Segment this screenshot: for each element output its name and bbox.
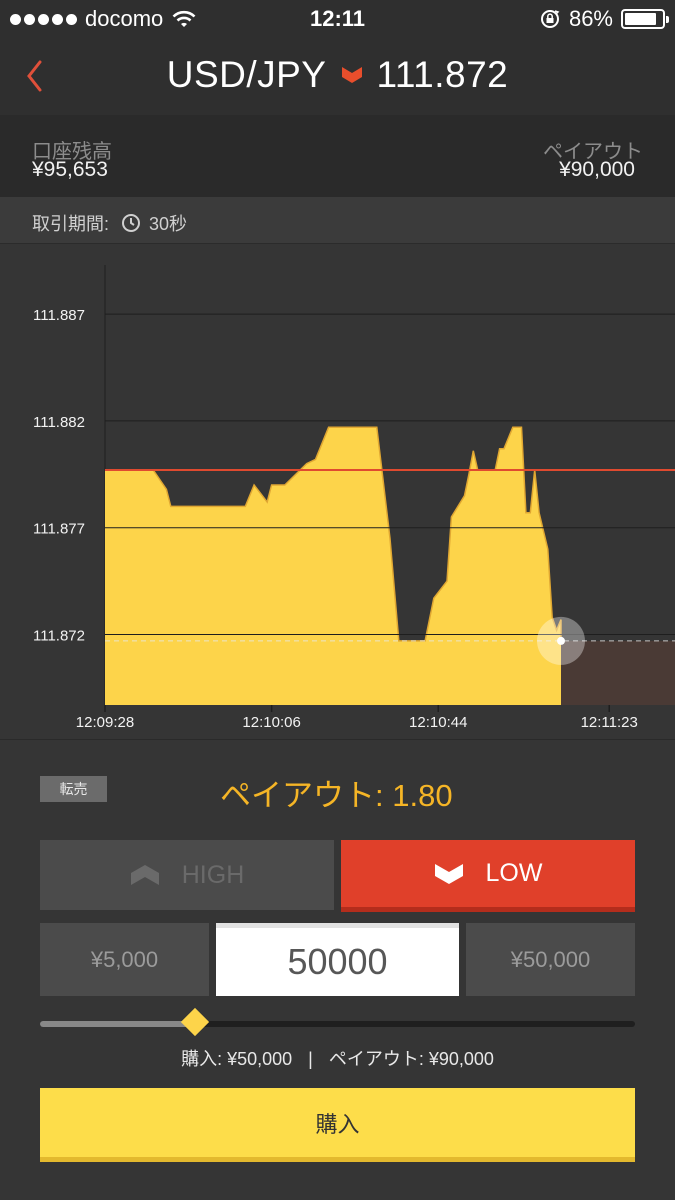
slider-handle[interactable]	[180, 1007, 209, 1037]
price-area	[105, 427, 561, 705]
high-button[interactable]: HIGH	[40, 840, 334, 910]
trading-period-bar: 取引期間: 30秒	[0, 197, 675, 244]
x-tick-label: 12:09:28	[76, 714, 134, 731]
down-chevron-icon	[341, 67, 362, 83]
slider-fill	[40, 1021, 195, 1027]
resell-button[interactable]: 転売	[40, 776, 107, 802]
purchase-summary: 購入: ¥50,000 | ペイアウト: ¥90,000	[0, 1045, 675, 1071]
min-amount-button[interactable]: ¥5,000	[40, 923, 209, 996]
buy-button[interactable]: 購入	[40, 1088, 635, 1162]
low-button[interactable]: LOW	[341, 840, 635, 912]
trading-period-label: 取引期間:	[32, 214, 110, 234]
page-title: USD/JPY 111.872	[0, 54, 675, 96]
low-label: LOW	[485, 859, 543, 887]
down-chevron-icon	[434, 863, 463, 884]
balance-value: ¥95,653	[32, 158, 108, 181]
purchase-amount: 購入: ¥50,000	[181, 1049, 293, 1069]
summary-separator: |	[308, 1049, 313, 1069]
status-bar: docomo 12:11 86%	[0, 0, 675, 38]
max-amount-button[interactable]: ¥50,000	[466, 923, 635, 996]
current-marker-dot	[557, 636, 565, 645]
currency-pair: USD/JPY	[166, 54, 327, 95]
payout-value: ¥90,000	[559, 158, 635, 181]
rotation-lock-icon	[540, 10, 560, 28]
y-tick-label: 111.887	[33, 307, 85, 324]
trade-controls: 転売 ペイアウト: 1.80 HIGH LOW ¥5,000 50000 ¥50…	[0, 740, 675, 1200]
x-tick-label: 12:10:06	[242, 714, 300, 731]
battery-fill	[625, 13, 656, 25]
amount-input[interactable]: 50000	[216, 923, 459, 996]
price-chart-svg: 111.887 111.882 111.877 111.872 12:09:28 12:1…	[33, 265, 675, 731]
y-tick-label: 111.882	[33, 414, 85, 431]
header: USD/JPY 111.872	[0, 38, 675, 115]
battery-percent: 86%	[568, 6, 613, 31]
trading-period: 取引期間: 30秒	[32, 210, 187, 236]
amount-slider[interactable]	[40, 1007, 635, 1037]
up-chevron-icon	[130, 865, 159, 885]
price-chart[interactable]: 111.887 111.882 111.877 111.872 12:09:28 12:1…	[0, 245, 675, 740]
trading-period-value: 30秒	[149, 214, 188, 234]
x-tick-label: 12:11:23	[581, 714, 638, 731]
clock-icon	[122, 214, 141, 232]
high-label: HIGH	[181, 860, 245, 889]
x-tick-label: 12:10:44	[409, 714, 467, 731]
y-tick-label: 111.877	[33, 521, 85, 538]
y-tick-label: 111.872	[33, 628, 85, 645]
account-summary: 口座残高 ¥95,653 ペイアウト ¥90,000	[0, 115, 675, 197]
payout-rate: ペイアウト: 1.80	[220, 778, 453, 813]
expected-payout: ペイアウト: ¥90,000	[328, 1049, 494, 1069]
status-right: 86%	[539, 6, 669, 32]
current-price: 111.872	[376, 54, 509, 95]
battery-icon	[621, 9, 669, 29]
